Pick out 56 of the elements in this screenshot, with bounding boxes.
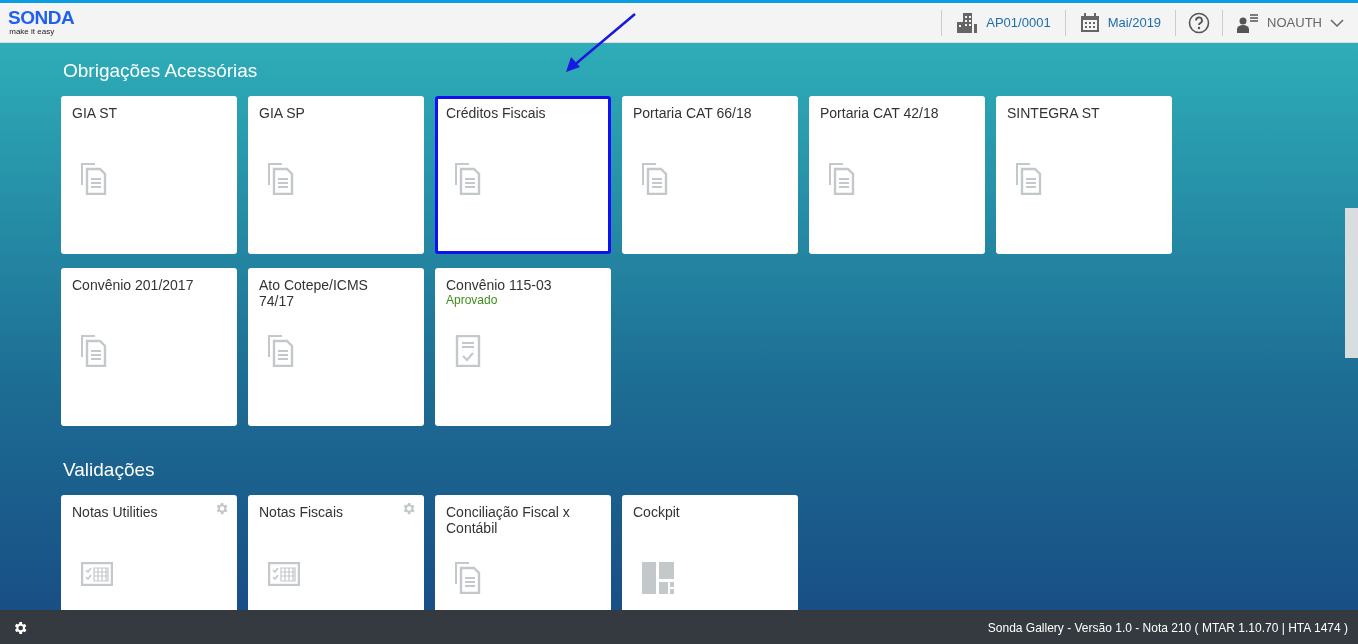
arrow-drawing <box>566 13 636 72</box>
section-title: Obrigações Acessórias <box>62 59 259 79</box>
section-title: Validações <box>62 458 156 478</box>
tile[interactable]: Notas Fiscais <box>248 495 424 610</box>
tile[interactable]: Conciliação Fiscal x Contábil <box>435 495 611 610</box>
user-menu[interactable]: NOAUTH <box>1222 9 1358 36</box>
checklist-table-icon <box>81 562 113 586</box>
tile[interactable]: Ato Cotepe/ICMS 74/17 <box>248 268 424 426</box>
tile-title: Notas Fiscais <box>259 504 344 520</box>
documents-icon <box>455 163 481 195</box>
user-icon <box>1237 12 1260 33</box>
tile-title: Notas Utilities <box>72 504 158 520</box>
settings-icon[interactable] <box>12 619 28 636</box>
tile-title: Convênio 201/2017 <box>72 277 194 293</box>
tile[interactable]: Notas Utilities <box>61 495 237 610</box>
documents-icon <box>81 163 107 195</box>
documents-icon <box>268 163 294 195</box>
dashboard-icon <box>642 562 674 594</box>
tile-title: Convênio 115-03 <box>446 277 552 293</box>
documents-icon <box>1016 163 1042 195</box>
tile-title: SINTEGRA ST <box>1007 105 1100 121</box>
calendar-icon <box>1079 12 1100 33</box>
tile[interactable]: Portaria CAT 66/18 <box>622 96 798 254</box>
tile[interactable]: Convênio 201/2017 <box>61 268 237 426</box>
version-text: Sonda Gallery - Versão 1.0 - Nota 210 ( MTAR 1.10.70 | HTA 1474 ) <box>987 620 1348 635</box>
help-icon <box>1188 11 1211 34</box>
period-selector[interactable]: Mai/2019 <box>1064 9 1176 36</box>
chevron-down-icon <box>1330 18 1344 27</box>
tile-title: GIA ST <box>72 105 118 121</box>
tile[interactable]: Convênio 115-03 Aprovado <box>435 268 611 426</box>
checked-document-icon <box>455 335 481 367</box>
documents-icon <box>642 163 668 195</box>
documents-icon <box>455 562 481 594</box>
checklist-table-icon <box>268 562 300 586</box>
tile-title: GIA SP <box>259 105 305 121</box>
documents-icon <box>81 335 107 367</box>
scrollbar-thumb[interactable] <box>1345 208 1358 358</box>
tile[interactable]: SINTEGRA ST <box>996 96 1172 254</box>
logo: SONDA <box>8 9 75 27</box>
tile[interactable]: Cockpit <box>622 495 798 610</box>
tile[interactable]: GIA ST <box>61 96 237 254</box>
tile-title: Créditos Fiscais <box>446 105 546 121</box>
logo-tagline: make it easy <box>9 27 55 36</box>
tile-title: Cockpit <box>633 504 680 520</box>
building-icon <box>956 11 979 34</box>
tile[interactable]: GIA SP <box>248 96 424 254</box>
documents-icon <box>268 335 294 367</box>
tile[interactable]: Portaria CAT 42/18 <box>809 96 985 254</box>
documents-icon <box>829 163 855 195</box>
tile[interactable]: Créditos Fiscais <box>435 96 611 254</box>
tile-title: Portaria CAT 66/18 <box>633 105 752 121</box>
tile-title: Conciliação Fiscal x Contábil <box>446 504 571 536</box>
tile-title: Portaria CAT 42/18 <box>820 105 939 121</box>
company-selector[interactable]: AP01/0001 <box>941 9 1065 36</box>
tile-title: Ato Cotepe/ICMS 74/17 <box>259 277 369 309</box>
tile-status: Aprovado <box>446 293 498 307</box>
